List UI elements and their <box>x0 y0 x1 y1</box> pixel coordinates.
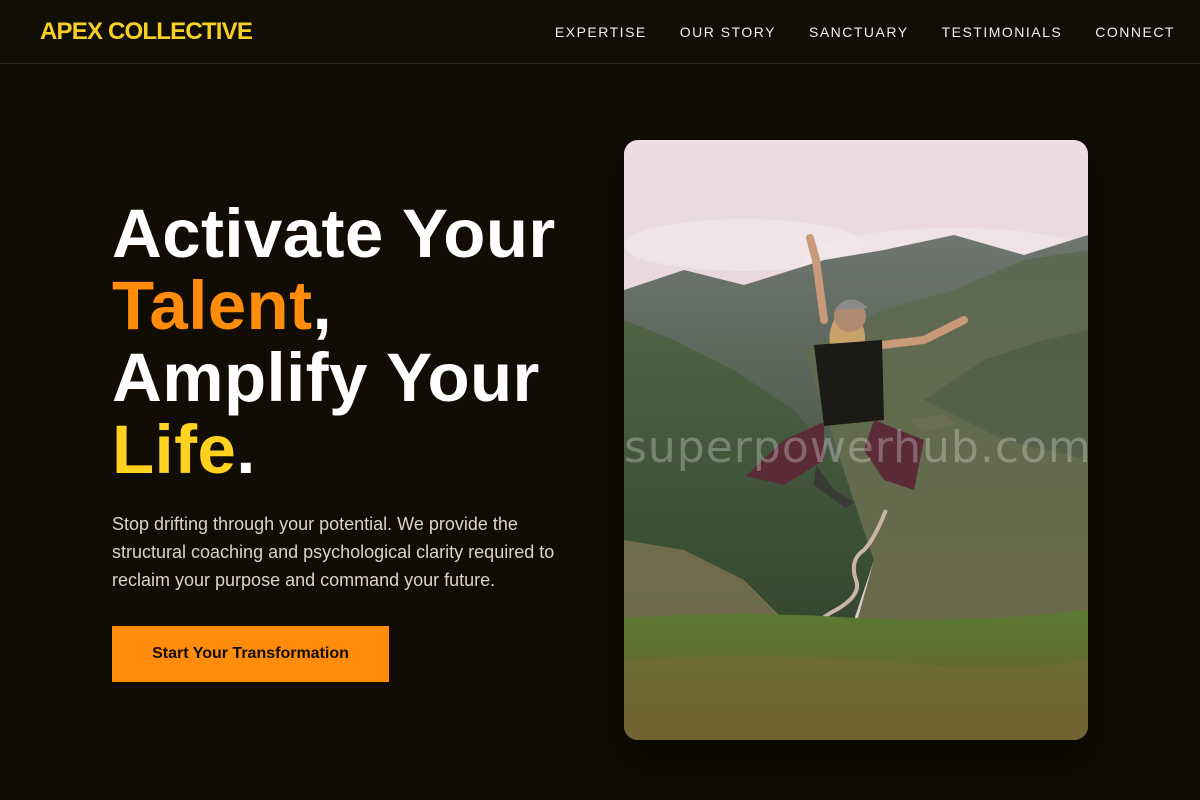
heading-line-2: Talent, <box>112 270 556 342</box>
heading-line-3: Amplify Your <box>112 339 540 416</box>
heading-word-talent: Talent <box>112 267 313 344</box>
heading-period: . <box>236 411 256 488</box>
heading-line-1: Activate Your <box>112 195 556 272</box>
hero-heading: Activate Your Talent, Amplify Your Life. <box>112 198 556 486</box>
navbar: APEX COLLECTIVE EXPERTISE OUR STORY SANC… <box>0 0 1200 64</box>
start-transformation-button[interactable]: Start Your Transformation <box>112 626 389 682</box>
nav-link-testimonials[interactable]: TESTIMONIALS <box>942 23 1063 41</box>
heading-word-life: Life <box>112 411 237 488</box>
image-watermark: superpowerhub.com <box>624 422 1088 473</box>
nav-link-connect[interactable]: CONNECT <box>1095 23 1175 41</box>
brand-logo[interactable]: APEX COLLECTIVE <box>40 17 253 47</box>
nav-link-our-story[interactable]: OUR STORY <box>680 23 776 41</box>
nav-links: EXPERTISE OUR STORY SANCTUARY TESTIMONIA… <box>555 23 1175 41</box>
hero-image: superpowerhub.com <box>624 140 1088 740</box>
nav-link-expertise[interactable]: EXPERTISE <box>555 23 647 41</box>
heading-line-4: Life. <box>112 414 556 486</box>
heading-comma: , <box>312 267 333 344</box>
nav-link-sanctuary[interactable]: SANCTUARY <box>809 23 909 41</box>
hero-subtext: Stop drifting through your potential. We… <box>112 514 555 590</box>
